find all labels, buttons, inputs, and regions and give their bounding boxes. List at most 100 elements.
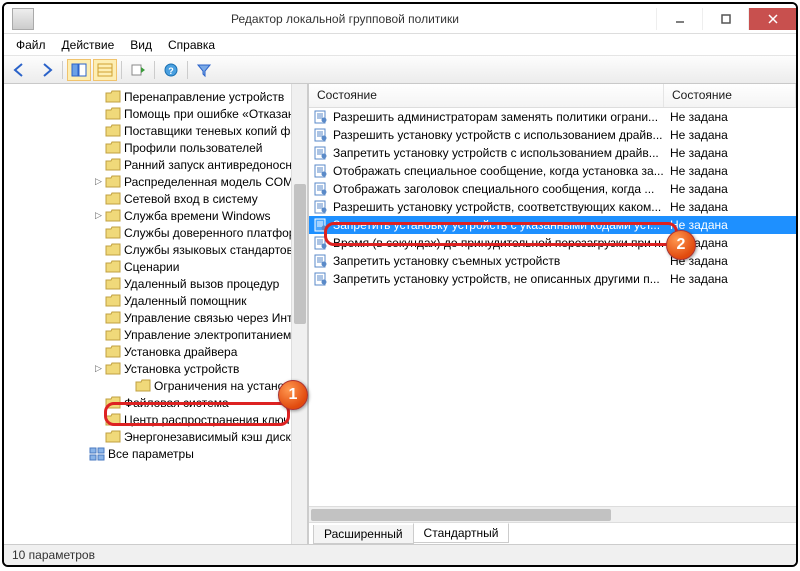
policy-icon: [313, 109, 329, 125]
tree-item[interactable]: Поставщики теневых копий фай: [6, 122, 307, 139]
tab-standard[interactable]: Стандартный: [413, 523, 510, 543]
tree-item-all-params[interactable]: Все параметры: [6, 445, 307, 462]
tree-item-label: Ранний запуск антивредоносн: [124, 158, 292, 172]
policy-row[interactable]: Отображать специальное сообщение, когда …: [309, 162, 796, 180]
svg-text:?: ?: [168, 66, 174, 76]
menu-view[interactable]: Вид: [122, 36, 160, 54]
folder-icon: [105, 311, 121, 325]
folder-icon: [135, 379, 151, 393]
tree-item[interactable]: ▷Распределенная модель COM: [6, 173, 307, 190]
tree-pane: Перенаправление устройствПомощь при ошиб…: [4, 84, 309, 544]
tree-item-label: Служба времени Windows: [124, 209, 271, 223]
column-header-state1[interactable]: Состояние: [309, 84, 664, 107]
policy-name: Отображать заголовок специального сообще…: [333, 182, 654, 196]
tab-extended[interactable]: Расширенный: [313, 525, 414, 544]
folder-icon: [105, 413, 121, 427]
tree-item[interactable]: Управление электропитанием: [6, 326, 307, 343]
folder-icon: [105, 107, 121, 121]
folder-icon: [105, 158, 121, 172]
tree-item[interactable]: Ограничения на установку: [6, 377, 307, 394]
list-scrollbar-h[interactable]: [309, 506, 796, 522]
folder-icon: [105, 175, 121, 189]
menu-action[interactable]: Действие: [54, 36, 123, 54]
tree-scrollbar[interactable]: [291, 84, 307, 544]
maximize-button[interactable]: [702, 8, 748, 30]
menu-help[interactable]: Справка: [160, 36, 223, 54]
details-button[interactable]: [93, 59, 117, 81]
tree-item[interactable]: ▷Служба времени Windows: [6, 207, 307, 224]
policy-row[interactable]: Запретить установку устройств, не описан…: [309, 270, 796, 288]
tree-item[interactable]: ▷Установка устройств: [6, 360, 307, 377]
tree-item[interactable]: Сетевой вход в систему: [6, 190, 307, 207]
policy-icon: [313, 253, 329, 269]
policy-state: Не задана: [664, 200, 796, 214]
tree-item[interactable]: Энергонезависимый кэш диск: [6, 428, 307, 445]
policy-name: Время (в секундах) до принудительной пер…: [333, 236, 664, 250]
policy-icon: [313, 199, 329, 215]
tree-item-label: Сетевой вход в систему: [124, 192, 258, 206]
policy-name: Разрешить администраторам заменять полит…: [333, 110, 658, 124]
policy-row[interactable]: Запретить установку устройств с использо…: [309, 144, 796, 162]
tree-item[interactable]: Перенаправление устройств: [6, 88, 307, 105]
policy-name: Запретить установку съемных устройств: [333, 254, 560, 268]
policy-name: Разрешить установку устройств с использо…: [333, 128, 663, 142]
folder-icon: [105, 141, 121, 155]
column-header-state2[interactable]: Состояние: [664, 84, 796, 107]
policy-name: Разрешить установку устройств, соответст…: [333, 200, 661, 214]
tree-item-label: Энергонезависимый кэш диск: [124, 430, 291, 444]
filter-button[interactable]: [192, 59, 216, 81]
policy-state: Не задана: [664, 182, 796, 196]
folder-icon: [105, 396, 121, 410]
title-bar: Редактор локальной групповой политики: [4, 4, 796, 34]
tree-item[interactable]: Профили пользователей: [6, 139, 307, 156]
policy-row[interactable]: Отображать заголовок специального сообще…: [309, 180, 796, 198]
tree-item-label: Управление связью через Инт: [124, 311, 292, 325]
policy-row[interactable]: Разрешить установку устройств, соответст…: [309, 198, 796, 216]
tree-item[interactable]: Установка драйвера: [6, 343, 307, 360]
tree-item-label: Ограничения на установку: [154, 379, 302, 393]
policy-state: Не задана: [664, 110, 796, 124]
policy-name: Запретить установку устройств, не описан…: [333, 272, 660, 286]
policy-state: Не задана: [664, 128, 796, 142]
policy-icon: [313, 145, 329, 161]
folder-icon: [105, 209, 121, 223]
policy-state: Не задана: [664, 218, 796, 232]
folder-icon: [105, 345, 121, 359]
tree-item[interactable]: Помощь при ошибке «Отказан: [6, 105, 307, 122]
tree-item[interactable]: Ранний запуск антивредоносн: [6, 156, 307, 173]
policy-row[interactable]: Разрешить установку устройств с использо…: [309, 126, 796, 144]
help-button[interactable]: ?: [159, 59, 183, 81]
forward-button[interactable]: [34, 59, 58, 81]
tree-item-label: Сценарии: [124, 260, 179, 274]
policy-row[interactable]: Разрешить администраторам заменять полит…: [309, 108, 796, 126]
tree-item-label: Установка устройств: [124, 362, 239, 376]
tree-item[interactable]: Управление связью через Инт: [6, 309, 307, 326]
tree-item[interactable]: Сценарии: [6, 258, 307, 275]
tree-item[interactable]: Удаленный вызов процедур: [6, 275, 307, 292]
minimize-button[interactable]: [656, 8, 702, 30]
tree-item-label: Службы языковых стандартов: [124, 243, 293, 257]
policy-icon: [313, 127, 329, 143]
export-button[interactable]: [126, 59, 150, 81]
folder-icon: [105, 124, 121, 138]
tree-item[interactable]: Файловая система: [6, 394, 307, 411]
close-button[interactable]: [748, 8, 796, 30]
policy-row[interactable]: Запретить установку съемных устройствНе …: [309, 252, 796, 270]
folder-icon: [105, 90, 121, 104]
policy-row[interactable]: Время (в секундах) до принудительной пер…: [309, 234, 796, 252]
show-tree-button[interactable]: [67, 59, 91, 81]
tree-item[interactable]: Службы доверенного платфор: [6, 224, 307, 241]
list-pane: Состояние Состояние Разрешить администра…: [309, 84, 796, 544]
policy-name: Запретить установку устройств с указанны…: [333, 218, 660, 232]
view-tabs: Расширенный Стандартный: [309, 522, 796, 544]
tree-item[interactable]: Центр распространения ключ: [6, 411, 307, 428]
folder-icon: [105, 226, 121, 240]
menu-file[interactable]: Файл: [8, 36, 54, 54]
menu-bar: Файл Действие Вид Справка: [4, 34, 796, 56]
tree-item-label: Распределенная модель COM: [124, 175, 293, 189]
policy-row[interactable]: Запретить установку устройств с указанны…: [309, 216, 796, 234]
tree-item[interactable]: Удаленный помощник: [6, 292, 307, 309]
policy-name: Запретить установку устройств с использо…: [333, 146, 659, 160]
back-button[interactable]: [8, 59, 32, 81]
tree-item[interactable]: Службы языковых стандартов: [6, 241, 307, 258]
